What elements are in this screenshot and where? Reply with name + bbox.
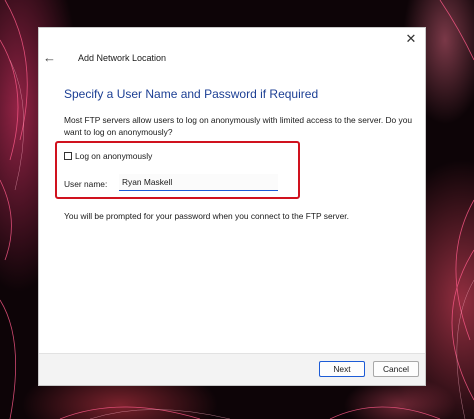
dialog-footer: Next Cancel: [39, 353, 425, 385]
wizard-title: Add Network Location: [78, 53, 167, 63]
close-icon: ✕: [405, 31, 417, 46]
back-arrow-icon: ←: [43, 50, 56, 65]
log-on-anonymously-checkbox[interactable]: [64, 152, 72, 160]
close-button[interactable]: ✕: [403, 31, 419, 47]
log-on-anonymously-option[interactable]: Log on anonymously: [64, 151, 152, 161]
user-name-input[interactable]: [119, 174, 278, 191]
password-prompt-note: You will be prompted for your password w…: [64, 211, 349, 221]
log-on-anonymously-label: Log on anonymously: [75, 151, 153, 161]
add-network-location-dialog: ✕ ← Add Network Location Specify a User …: [38, 27, 426, 386]
cancel-button[interactable]: Cancel: [373, 361, 419, 377]
user-name-label: User name:: [64, 179, 108, 189]
next-button[interactable]: Next: [319, 361, 365, 377]
page-heading: Specify a User Name and Password if Requ…: [64, 87, 319, 101]
back-button[interactable]: ←: [43, 51, 57, 65]
description-text: Most FTP servers allow users to log on a…: [64, 115, 413, 137]
